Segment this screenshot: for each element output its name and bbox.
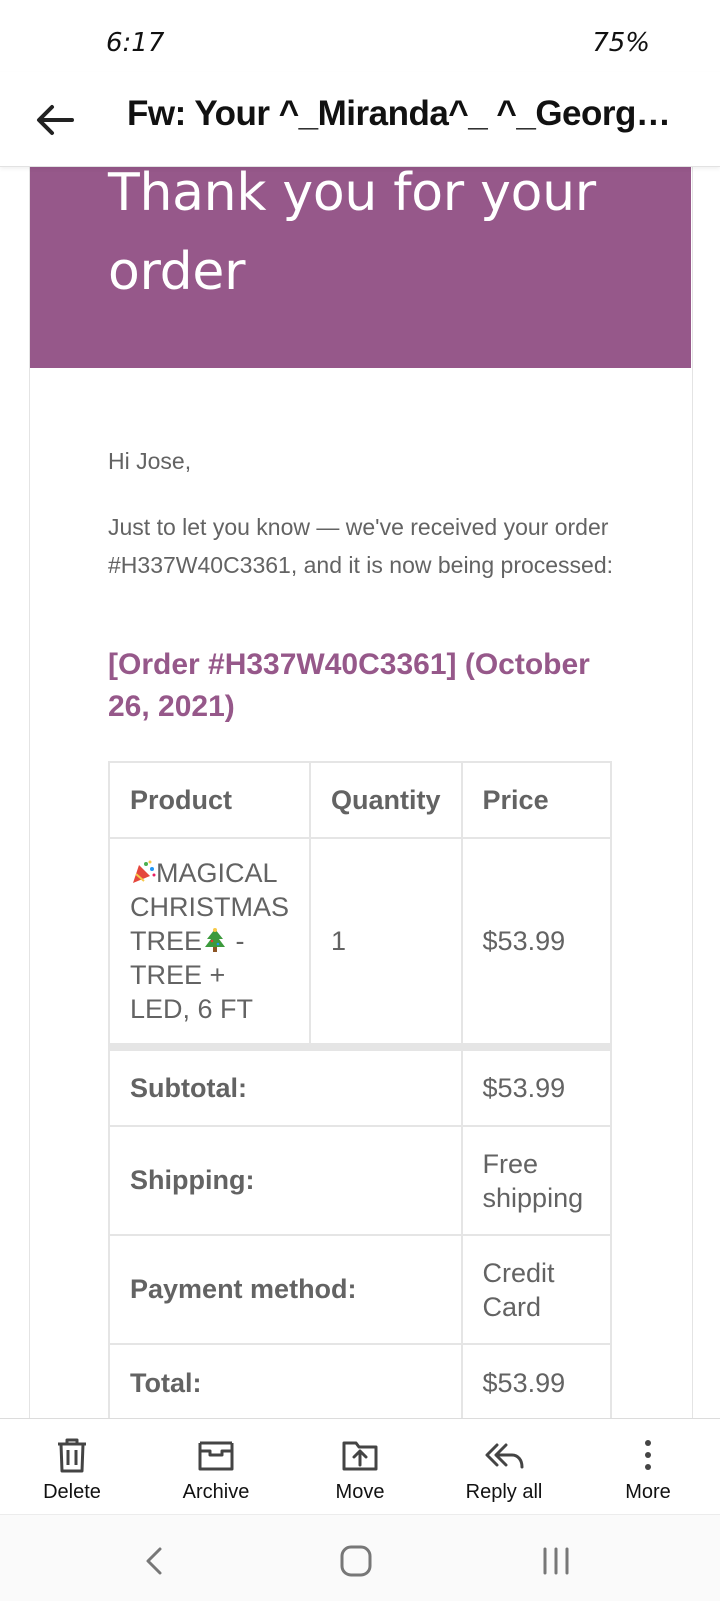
payment-method-value: Credit Card xyxy=(460,1234,613,1345)
trash-icon xyxy=(58,1438,86,1473)
archive-icon xyxy=(198,1441,234,1471)
order-heading: [Order #H337W40C3361] (October 26, 2021) xyxy=(108,648,590,723)
column-header-product: Product xyxy=(107,761,312,839)
system-navigation-bar xyxy=(0,1514,720,1601)
more-label: More xyxy=(625,1481,671,1503)
move-label: Move xyxy=(335,1481,385,1503)
battery-level: 75% xyxy=(592,28,650,58)
subtotal-label: Subtotal: xyxy=(108,1043,463,1127)
shipping-label: Shipping: xyxy=(108,1125,463,1236)
price-cell: $53.99 xyxy=(460,837,613,1048)
total-value: $53.99 xyxy=(460,1343,613,1418)
email-header: Fw: Your ^_Miranda^_ ^_George^... xyxy=(0,72,720,167)
column-header-price: Price xyxy=(460,761,613,839)
more-button[interactable]: More xyxy=(578,1419,718,1515)
archive-button[interactable]: Archive xyxy=(146,1419,286,1515)
nav-recents-icon[interactable] xyxy=(536,1541,576,1581)
column-header-quantity: Quantity xyxy=(309,761,463,839)
move-button[interactable]: Move xyxy=(290,1419,430,1515)
subtotal-row: Subtotal: $53.99 xyxy=(108,1043,613,1127)
payment-method-row: Payment method: Credit Card xyxy=(108,1234,613,1345)
more-vertical-icon xyxy=(645,1440,651,1470)
order-table: Product Quantity Price MAGICAL CHRISTMAS… xyxy=(107,761,613,1418)
email-banner: Thank you for your order xyxy=(30,166,691,368)
banner-heading: Thank you for your order xyxy=(108,166,596,302)
email-action-bar: Delete Archive Move Reply all More xyxy=(0,1418,720,1515)
total-label: Total: xyxy=(108,1343,463,1418)
nav-back-icon[interactable] xyxy=(136,1541,176,1581)
party-popper-icon xyxy=(133,860,156,883)
total-row: Total: $53.99 xyxy=(108,1343,613,1418)
intro-text: Just to let you know — we've received yo… xyxy=(108,514,614,578)
archive-label: Archive xyxy=(182,1481,250,1503)
email-subject: Fw: Your ^_Miranda^_ ^_George^... xyxy=(127,94,687,133)
shipping-value: Free shipping xyxy=(460,1125,613,1236)
table-header-row: Product Quantity Price xyxy=(107,761,613,839)
greeting-text: Hi Jose, xyxy=(108,448,192,474)
delete-button[interactable]: Delete xyxy=(2,1419,142,1515)
reply-all-icon xyxy=(485,1443,524,1469)
delete-label: Delete xyxy=(43,1481,101,1503)
reply-all-button[interactable]: Reply all xyxy=(434,1419,574,1515)
nav-home-icon[interactable] xyxy=(336,1541,376,1581)
shipping-row: Shipping: Free shipping xyxy=(108,1125,613,1236)
subtotal-value: $53.99 xyxy=(460,1043,613,1127)
payment-method-label: Payment method: xyxy=(108,1234,463,1345)
table-row: MAGICAL CHRISTMAS TREE - TREE + LED, 6 F… xyxy=(107,837,613,1048)
quantity-cell: 1 xyxy=(309,837,463,1048)
status-time: 6:17 xyxy=(106,28,165,58)
move-icon xyxy=(342,1441,378,1471)
christmas-tree-icon xyxy=(205,928,226,952)
email-content[interactable]: Thank you for your order Hi Jose, Just t… xyxy=(0,166,720,1418)
back-arrow-icon[interactable] xyxy=(30,96,78,144)
reply-all-label: Reply all xyxy=(465,1481,543,1503)
product-cell: MAGICAL CHRISTMAS TREE - TREE + LED, 6 F… xyxy=(107,837,312,1048)
